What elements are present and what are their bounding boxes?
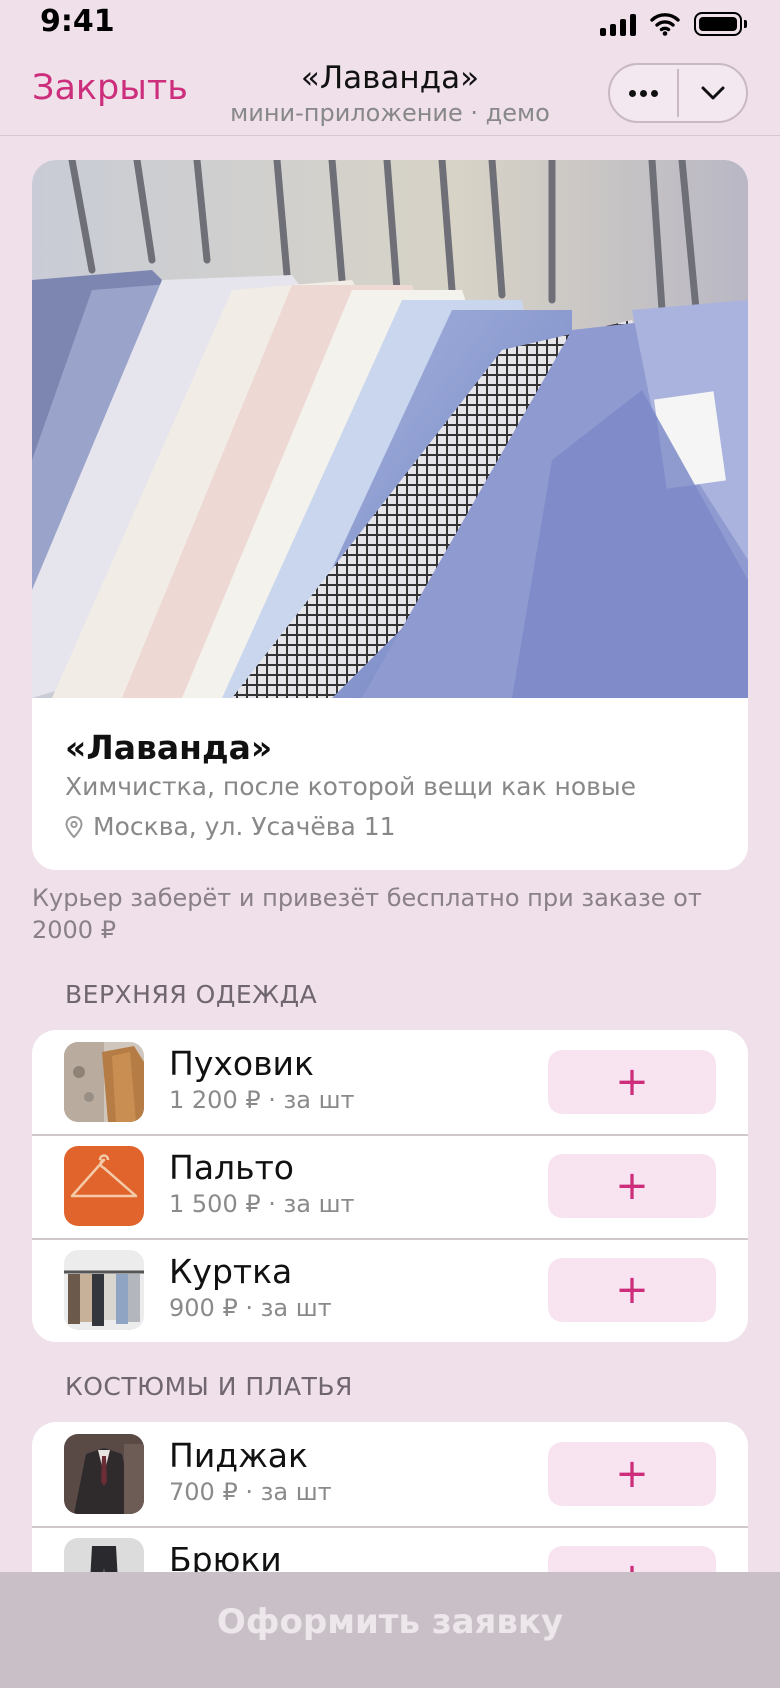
add-item-button[interactable]: + [548, 1050, 716, 1114]
delivery-note: Курьер заберёт и привезёт бесплатно при … [32, 884, 702, 944]
item-name: Куртка [169, 1252, 293, 1291]
more-button[interactable] [610, 65, 677, 121]
list-item: Пиджак 700 ₽ · за шт + [32, 1422, 748, 1526]
item-price: 1 500 ₽ · за шт [169, 1190, 355, 1218]
title-block: «Лаванда» мини-приложение · демо [190, 58, 590, 128]
more-dots-icon [629, 89, 658, 97]
location-pin-icon [65, 815, 83, 838]
mini-app-header: Закрыть «Лаванда» мини-приложение · демо [0, 52, 780, 136]
plus-icon: + [615, 1059, 649, 1105]
item-thumbnail [64, 1434, 144, 1514]
status-bar: 9:41 [0, 0, 780, 52]
cellular-signal-icon [600, 12, 636, 36]
list-card-outerwear: Пуховик 1 200 ₽ · за шт + Пальто 1 500 ₽… [32, 1030, 748, 1342]
status-time: 9:41 [40, 4, 115, 39]
item-price: 1 200 ₽ · за шт [169, 1086, 355, 1114]
add-item-button[interactable]: + [548, 1442, 716, 1506]
plus-icon: + [615, 1163, 649, 1209]
list-item: Пальто 1 500 ₽ · за шт + [32, 1134, 748, 1238]
list-item: Куртка 900 ₽ · за шт + [32, 1238, 748, 1342]
item-price: 700 ₽ · за шт [169, 1478, 332, 1506]
shop-cover-image [32, 160, 748, 698]
shop-name: «Лаванда» [65, 728, 273, 767]
add-item-button[interactable]: + [548, 1258, 716, 1322]
shop-card: «Лаванда» Химчистка, после которой вещи … [32, 160, 748, 870]
plus-icon: + [615, 1267, 649, 1313]
status-icons [600, 10, 747, 38]
close-button[interactable]: Закрыть [32, 68, 188, 108]
section-title-outerwear: ВЕРХНЯЯ ОДЕЖДА [65, 980, 318, 1009]
item-thumbnail [64, 1146, 144, 1226]
shop-address-text: Москва, ул. Усачёва 11 [93, 812, 396, 841]
battery-icon [694, 12, 747, 36]
item-name: Пуховик [169, 1044, 314, 1083]
submit-order-button[interactable]: Оформить заявку [0, 1572, 780, 1672]
item-thumbnail [64, 1250, 144, 1330]
list-item: Пуховик 1 200 ₽ · за шт + [32, 1030, 748, 1134]
collapse-button[interactable] [679, 65, 746, 121]
app-subtitle: мини-приложение · демо [230, 99, 550, 127]
plus-icon: + [615, 1451, 649, 1497]
wifi-icon [650, 13, 680, 36]
app-title: «Лаванда» [300, 60, 480, 96]
bottom-bar: Оформить заявку [0, 1572, 780, 1688]
section-title-suits: КОСТЮМЫ И ПЛАТЬЯ [65, 1372, 353, 1401]
add-item-button[interactable]: + [548, 1154, 716, 1218]
shop-tagline: Химчистка, после которой вещи как новые [65, 772, 636, 801]
header-capsule [608, 63, 748, 123]
item-name: Пальто [169, 1148, 294, 1187]
item-thumbnail [64, 1042, 144, 1122]
item-price: 900 ₽ · за шт [169, 1294, 332, 1322]
item-name: Пиджак [169, 1436, 308, 1475]
shop-address[interactable]: Москва, ул. Усачёва 11 [65, 812, 396, 841]
chevron-down-icon [701, 86, 724, 100]
